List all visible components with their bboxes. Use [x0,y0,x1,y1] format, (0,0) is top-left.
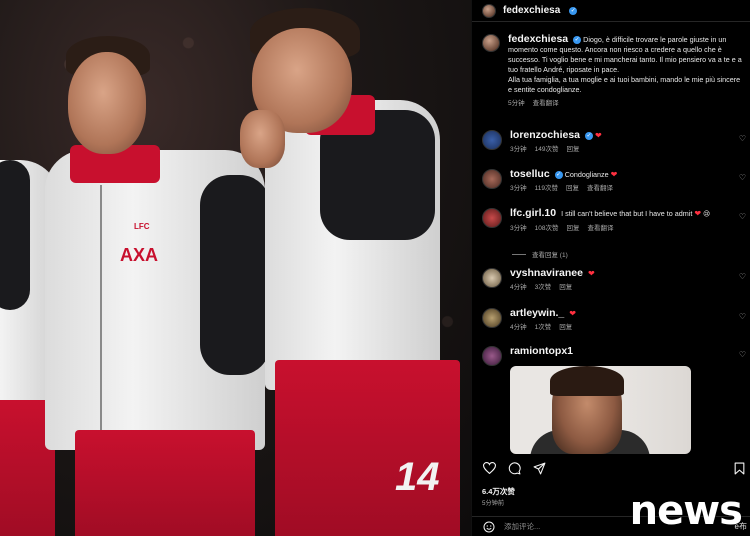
bookmark-icon[interactable] [732,461,746,475]
comment-item: lorenzochiesa ✓ ❤ 3分钟 149次赞 回复 ♡ [482,130,746,155]
comment-avatar[interactable] [482,346,502,366]
comment-username[interactable]: vyshnaviranee [510,267,583,279]
watermark-sub: e布 [734,522,747,531]
add-comment-input[interactable] [504,522,634,531]
left-player-zip [100,185,102,455]
comment-item: artleywin._ ❤ 4分钟 1次赞 回复 ♡ [482,308,746,333]
left-player-dark-sleeve [200,175,270,375]
caption-translate-link[interactable]: 查看翻译 [533,99,559,109]
post-username[interactable]: fedexchiesa [503,5,560,16]
red-heart-emoji: ❤ [610,170,618,179]
caption-username[interactable]: fedexchiesa [508,33,568,45]
comment-avatar[interactable] [482,268,502,288]
comment-avatar[interactable] [482,308,502,328]
comment-time: 3分钟 [510,146,527,153]
comment-username[interactable]: ramiontopx1 [510,345,573,357]
reply-button[interactable]: 回复 [566,224,579,234]
comment-like-icon[interactable]: ♡ [736,268,746,293]
heart-icon[interactable] [482,461,496,475]
comment-avatar[interactable] [482,169,502,189]
caption-time: 5分钟 [508,100,525,107]
comment-like-icon[interactable]: ♡ [736,346,746,366]
red-heart-emoji: ❤ [595,131,602,140]
comment-time: 3分钟 [510,185,527,192]
post-action-bar [482,461,746,475]
right-player-hand [240,110,285,168]
post-time-ago: 5分钟前 [482,500,505,507]
view-replies-label[interactable]: 查看回复 (1) [532,249,568,259]
news-watermark: news [629,488,743,534]
verified-badge-icon: ✓ [585,132,594,141]
divider-line [512,253,526,255]
comment-text: Condoglianze [564,170,609,179]
instagram-post-panel: fedexchiesa ✓ fedexchiesa ✓ Diogo, è diff… [471,0,750,536]
comment-username[interactable]: toselluc [510,168,550,180]
reply-button[interactable]: 回复 [566,184,579,194]
avatar[interactable] [482,3,496,18]
verified-badge-icon: ✓ [573,36,582,45]
left-player-shorts [75,430,255,536]
red-heart-emoji: ❤ [587,269,595,278]
comment-item: toselluc ✓ Condoglianze ❤ 3分钟 119次赞 回复 查看… [482,169,746,194]
verified-badge-icon: ✓ [554,171,563,180]
comment-gif-image[interactable] [510,366,691,454]
comment-username[interactable]: lfc.girl.10 [510,207,556,219]
red-heart-emoji: ❤ [694,209,702,218]
caption-avatar[interactable] [482,34,500,52]
comment-text: I still can't believe that but I have to… [561,209,693,218]
red-heart-emoji: ❤ [569,309,576,318]
comment-like-icon[interactable]: ♡ [736,169,746,194]
post-caption: fedexchiesa ✓ Diogo, è difficile trovare … [482,34,746,109]
comment-likes[interactable]: 108次赞 [535,224,559,234]
comment-like-icon[interactable]: ♡ [736,130,746,155]
emoji-icon[interactable] [482,520,496,534]
comment-avatar[interactable] [482,130,502,150]
verified-badge-icon: ✓ [569,6,578,15]
sad-emoji: 😢 [703,211,711,218]
comment-username[interactable]: lorenzochiesa [510,129,580,141]
right-player-number: 14 [395,455,440,499]
comment-likes[interactable]: 149次赞 [535,145,559,155]
comment-time: 4分钟 [510,284,527,291]
comment-likes[interactable]: 119次赞 [535,184,558,194]
reply-button[interactable]: 回复 [566,145,579,155]
comment-username[interactable]: artleywin._ [510,307,564,319]
right-player-shorts [275,360,460,536]
caption-text-2: Alla tua famiglia, a tua moglie e ai tuo… [508,75,741,94]
comment-likes[interactable]: 1次赞 [535,323,552,333]
post-photo: LFC AXA 14 [0,0,471,536]
left-player-sponsor: AXA [120,245,159,265]
left-player-head [68,52,146,154]
share-icon[interactable] [532,461,546,475]
comment-like-icon[interactable]: ♡ [736,208,746,234]
comment-like-icon[interactable]: ♡ [736,308,746,333]
translate-link[interactable]: 查看翻译 [587,224,613,234]
comment-icon[interactable] [507,461,521,475]
reply-button[interactable]: 回复 [559,323,572,333]
comment-time: 3分钟 [510,225,527,232]
post-likes-count[interactable]: 6.4万次赞 [482,486,515,497]
gif-hair [550,366,624,396]
reply-button[interactable]: 回复 [559,283,572,293]
translate-link[interactable]: 查看翻译 [587,184,613,194]
post-header: fedexchiesa ✓ [472,0,750,22]
comment-time: 4分钟 [510,324,527,331]
comment-item: ramiontopx1 ♡ [482,346,746,366]
comment-item: lfc.girl.10 I still can't believe that b… [482,208,746,234]
comment-likes[interactable]: 3次赞 [535,283,552,293]
partial-player-sleeve [0,160,30,310]
left-player-badge: LFC [134,222,150,231]
comment-item: vyshnaviranee ❤ 4分钟 3次赞 回复 ♡ [482,268,746,293]
view-replies-toggle[interactable]: 查看回复 (1) [512,249,568,259]
comment-avatar[interactable] [482,208,502,228]
